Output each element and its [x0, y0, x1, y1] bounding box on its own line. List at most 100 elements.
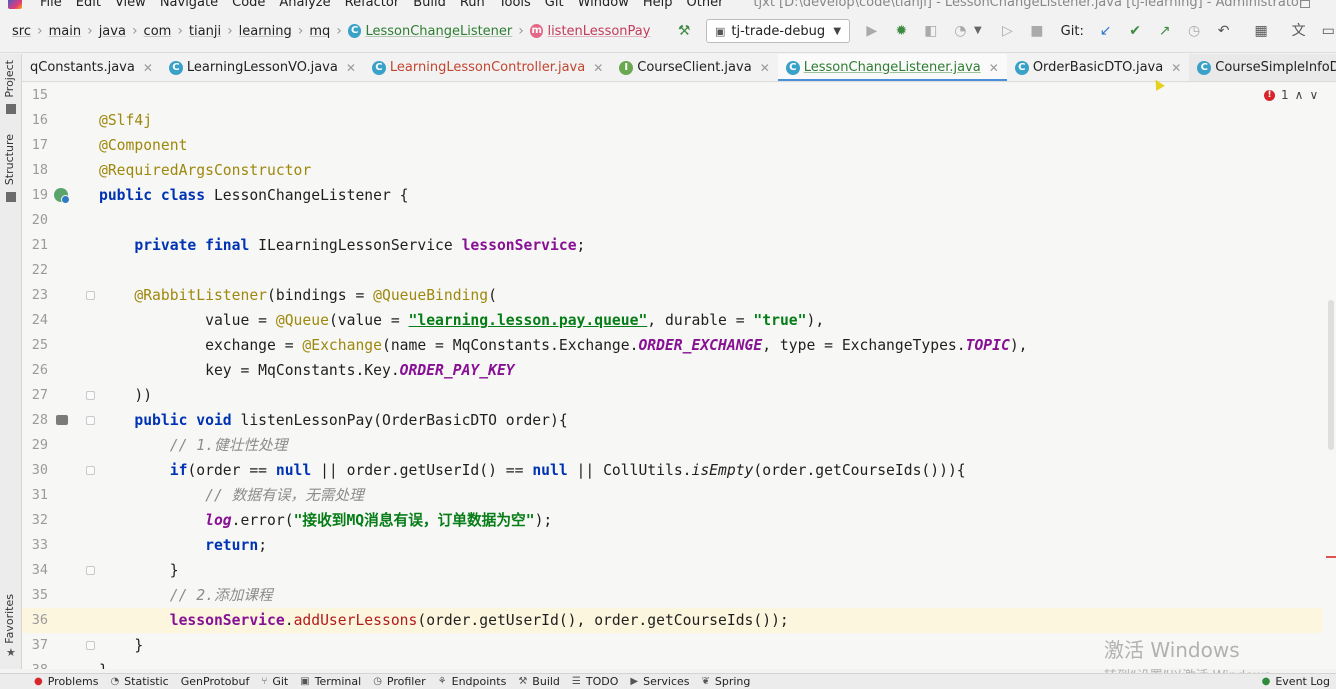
fold-toggle-icon[interactable] — [86, 391, 95, 400]
menu-window[interactable]: Window — [578, 0, 629, 10]
menu-build[interactable]: Build — [413, 0, 446, 10]
build-hammer-icon[interactable]: ⚒ — [676, 23, 692, 39]
tool-git[interactable]: ⑂ Git — [261, 675, 288, 688]
git-commit-icon[interactable]: ✔ — [1127, 23, 1143, 39]
resume-icon[interactable]: ▷ — [1000, 23, 1016, 39]
favorites-star-icon[interactable]: ★ — [6, 647, 16, 658]
git-update-icon[interactable]: ↙ — [1098, 23, 1114, 39]
identifier: (order == — [187, 462, 276, 479]
breadcrumb-com[interactable]: com — [144, 24, 172, 39]
fold-toggle-icon[interactable] — [86, 566, 95, 575]
close-icon[interactable]: ✕ — [143, 61, 153, 75]
tool-statistic[interactable]: ◔ Statistic — [110, 675, 168, 688]
coverage-icon[interactable]: ◧ — [923, 23, 939, 39]
close-icon[interactable]: ✕ — [346, 61, 356, 75]
project-structure-icon[interactable]: ▦ — [1253, 23, 1269, 39]
menu-git[interactable]: Git — [545, 0, 564, 10]
breadcrumb-mq[interactable]: mq — [309, 24, 330, 39]
tool-label: Terminal — [314, 675, 362, 688]
project-folder-icon[interactable] — [6, 104, 16, 114]
tab-lessonchangelistener[interactable]: C LessonChangeListener.java ✕ — [777, 54, 1007, 81]
tool-terminal[interactable]: ▣ Terminal — [300, 675, 361, 688]
tool-window-project[interactable]: Project — [3, 60, 16, 98]
tool-label: TODO — [585, 675, 619, 688]
menu-other[interactable]: Other — [687, 0, 724, 10]
restore-window-icon[interactable] — [1300, 0, 1310, 8]
tab-learninglessonvo[interactable]: C LearningLessonVO.java ✕ — [161, 54, 364, 81]
code-text: @Slf4j — [99, 108, 152, 133]
code-line: 27 )) — [22, 383, 1322, 408]
run-configuration-select[interactable]: ▣ tj-trade-debug ▼ — [705, 19, 851, 43]
spring-bean-gutter-icon[interactable] — [54, 188, 70, 204]
breadcrumb-src[interactable]: src — [12, 24, 31, 39]
menu-analyze[interactable]: Analyze — [279, 0, 330, 10]
fold-toggle-icon[interactable] — [86, 416, 95, 425]
debug-bug-icon[interactable]: ✹ — [894, 23, 910, 39]
menu-edit[interactable]: Edit — [76, 0, 101, 10]
code-editor[interactable]: 15 16 @Slf4j 17 @Component 18 @RequiredA… — [22, 83, 1336, 669]
tool-services[interactable]: ▶ Services — [630, 675, 689, 688]
breadcrumb-learning[interactable]: learning — [239, 24, 292, 39]
close-icon[interactable]: ✕ — [760, 61, 770, 75]
run-icon[interactable]: ▶ — [864, 23, 880, 39]
comment: // 1.健壮性处理 — [169, 437, 288, 454]
menu-run[interactable]: Run — [460, 0, 485, 10]
close-icon[interactable]: ✕ — [989, 61, 999, 75]
menu-help[interactable]: Help — [643, 0, 673, 10]
breadcrumb-tianji[interactable]: tianji — [189, 24, 221, 39]
breadcrumb-java[interactable]: java — [99, 24, 126, 39]
code-line: 20 — [22, 208, 1322, 233]
git-history-icon[interactable]: ◷ — [1186, 23, 1202, 39]
database-gutter-icon[interactable] — [56, 415, 68, 425]
tab-learninglessoncontroller[interactable]: C LearningLessonController.java ✕ — [364, 54, 611, 81]
chevron-down-icon[interactable]: ▼ — [970, 23, 986, 39]
tab-label: OrderBasicDTO.java — [1032, 60, 1164, 75]
tab-coursesimpleinfodto[interactable]: C CourseSimpleInfoDTO.java ✕ — [1189, 54, 1336, 81]
tab-courseclient[interactable]: I CourseClient.java ✕ — [611, 54, 777, 81]
build-hammer-icon: ⚒ — [518, 676, 528, 687]
breadcrumb-main[interactable]: main — [49, 24, 81, 39]
breadcrumb-separator-icon: › — [131, 23, 138, 39]
translate-icon[interactable]: 文 — [1291, 23, 1307, 39]
intellij-logo-icon — [8, 0, 22, 9]
tab-orderbasicdto[interactable]: C OrderBasicDTO.java ✕ — [1007, 54, 1189, 81]
code-text: } — [99, 633, 143, 658]
breadcrumb-method[interactable]: listenLessonPay — [547, 24, 650, 39]
error-stripe-marker[interactable] — [1326, 556, 1336, 558]
fold-toggle-icon[interactable] — [86, 291, 95, 300]
tool-genprotobuf[interactable]: GenProtobuf — [181, 675, 250, 688]
tool-endpoints[interactable]: ⚘ Endpoints — [438, 675, 507, 688]
git-push-icon[interactable]: ↗ — [1157, 23, 1173, 39]
breadcrumb-separator-icon: › — [177, 23, 183, 39]
tool-event-log[interactable]: ● Event Log — [1262, 675, 1330, 688]
stop-icon[interactable]: ■ — [1029, 23, 1045, 39]
tool-build[interactable]: ⚒ Build — [518, 675, 560, 688]
close-icon[interactable]: ✕ — [593, 61, 603, 75]
presentation-icon[interactable]: ▭ — [1320, 23, 1336, 39]
menu-tools[interactable]: Tools — [499, 0, 531, 10]
inspection-widget[interactable]: ! 1 ∧ ∨ — [1264, 88, 1318, 102]
menu-code[interactable]: Code — [232, 0, 265, 10]
code-line: 31 // 数据有误，无需处理 — [22, 483, 1322, 508]
menu-file[interactable]: File — [40, 0, 62, 10]
tool-profiler[interactable]: ◷ Profiler — [373, 675, 425, 688]
profile-icon[interactable]: ◔ — [953, 23, 969, 39]
fold-toggle-icon[interactable] — [86, 641, 95, 650]
menu-navigate[interactable]: Navigate — [160, 0, 218, 10]
structure-icon[interactable] — [6, 192, 16, 202]
editor-scrollbar[interactable] — [1328, 300, 1334, 450]
previous-highlight-icon[interactable]: ∧ — [1295, 88, 1304, 102]
close-icon[interactable]: ✕ — [1171, 61, 1181, 75]
tool-window-structure[interactable]: Structure — [3, 134, 16, 185]
menu-refactor[interactable]: Refactor — [345, 0, 400, 10]
tool-todo[interactable]: ☰ TODO — [572, 675, 618, 688]
next-highlight-icon[interactable]: ∨ — [1309, 88, 1318, 102]
rollback-icon[interactable]: ↶ — [1216, 23, 1232, 39]
breadcrumb-class[interactable]: LessonChangeListener — [365, 24, 512, 39]
tool-window-favorites[interactable]: Favorites — [3, 594, 16, 644]
tool-spring[interactable]: ❦ Spring — [702, 675, 751, 688]
tool-problems[interactable]: ● Problems — [34, 675, 98, 688]
fold-toggle-icon[interactable] — [86, 466, 95, 475]
tab-mqconstants[interactable]: qConstants.java ✕ — [22, 54, 161, 81]
menu-view[interactable]: View — [115, 0, 146, 10]
